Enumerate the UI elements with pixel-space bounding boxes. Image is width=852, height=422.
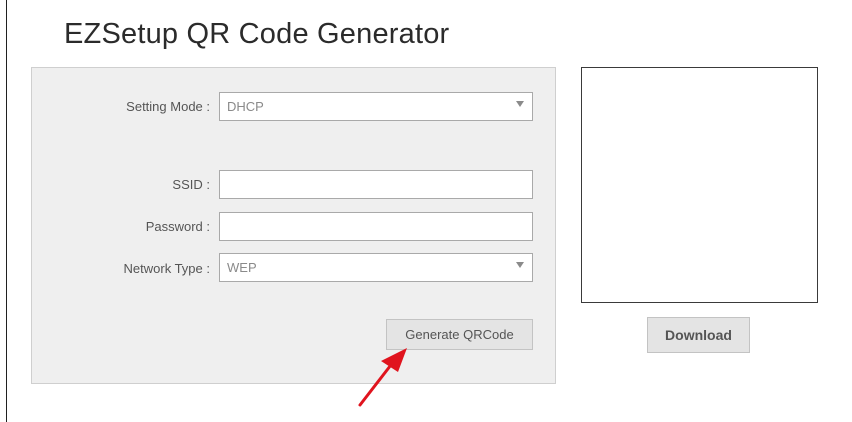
left-border [6, 0, 7, 422]
chevron-down-icon [516, 101, 524, 107]
setting-mode-label: Setting Mode : [126, 99, 210, 114]
generate-qrcode-label: Generate QRCode [405, 327, 514, 342]
setting-mode-select[interactable]: DHCP [219, 92, 533, 121]
annotation-arrow-icon [358, 348, 407, 407]
download-label: Download [665, 327, 732, 343]
page-title: EZSetup QR Code Generator [64, 18, 450, 50]
ssid-input[interactable] [219, 170, 533, 199]
qr-code-display [581, 67, 818, 303]
download-button[interactable]: Download [647, 317, 750, 353]
ssid-label: SSID : [172, 177, 210, 192]
network-type-select[interactable]: WEP [219, 253, 533, 282]
network-type-label: Network Type : [123, 261, 210, 276]
setting-mode-value: DHCP [227, 99, 264, 114]
password-label: Password : [145, 219, 210, 234]
password-input[interactable] [219, 212, 533, 241]
chevron-down-icon [516, 262, 524, 268]
network-type-value: WEP [227, 260, 257, 275]
